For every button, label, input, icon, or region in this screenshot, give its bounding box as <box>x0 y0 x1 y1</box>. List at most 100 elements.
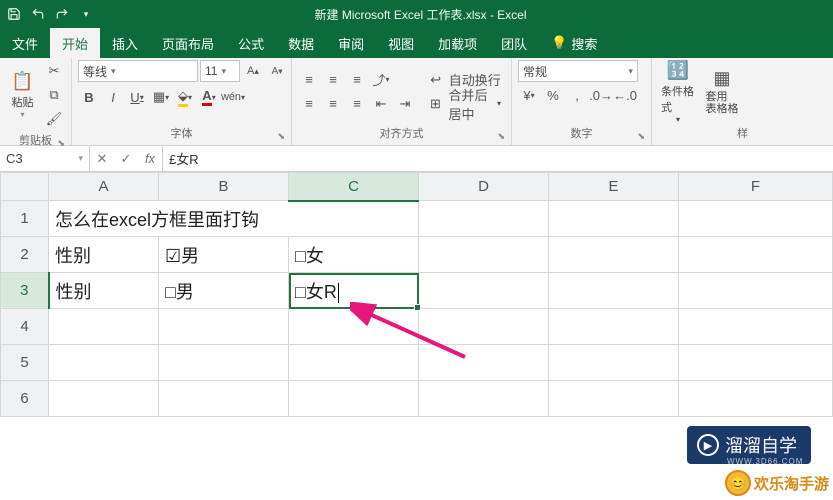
insert-function-button[interactable]: fx <box>138 151 162 166</box>
cell[interactable] <box>289 345 419 381</box>
tab-home[interactable]: 开始 <box>50 28 100 58</box>
font-launcher-icon[interactable]: ⬊ <box>277 131 285 142</box>
bold-button[interactable]: B <box>78 86 100 108</box>
align-center-button[interactable]: ≡ <box>322 93 344 115</box>
underline-button[interactable]: U▾ <box>126 86 148 108</box>
align-middle-button[interactable]: ≡ <box>322 69 344 91</box>
cell[interactable] <box>549 201 679 237</box>
qat-customize-icon[interactable]: ▾ <box>78 6 94 22</box>
italic-button[interactable]: I <box>102 86 124 108</box>
cell[interactable] <box>159 309 289 345</box>
conditional-format-button[interactable]: 🔢 条件格式▾ <box>658 63 698 121</box>
format-painter-button[interactable]: 🖌 <box>43 108 65 130</box>
cell[interactable] <box>159 345 289 381</box>
row-header[interactable]: 2 <box>1 237 49 273</box>
comma-format-button[interactable]: , <box>566 84 588 106</box>
cell[interactable]: □女 <box>289 237 419 273</box>
cell[interactable]: 性别 <box>49 273 159 309</box>
row-header[interactable]: 5 <box>1 345 49 381</box>
tab-data[interactable]: 数据 <box>276 28 326 58</box>
tab-layout[interactable]: 页面布局 <box>150 28 226 58</box>
clipboard-launcher-icon[interactable]: ⬊ <box>57 138 65 149</box>
col-header-C[interactable]: C <box>289 173 419 201</box>
col-header-E[interactable]: E <box>549 173 679 201</box>
font-name-select[interactable]: 等线▾ <box>78 60 198 82</box>
font-color-button[interactable]: A▾ <box>198 86 220 108</box>
percent-format-button[interactable]: % <box>542 84 564 106</box>
copy-button[interactable]: ⧉ <box>43 84 65 106</box>
tab-addins[interactable]: 加载项 <box>426 28 489 58</box>
increase-font-button[interactable]: A▴ <box>242 60 264 82</box>
merge-center-button[interactable]: ⊞ 合并后居中▾ <box>426 93 505 115</box>
alignment-launcher-icon[interactable]: ⬊ <box>497 131 505 142</box>
row-header[interactable]: 3 <box>1 273 49 309</box>
decrease-font-button[interactable]: A▾ <box>266 60 288 82</box>
undo-icon[interactable] <box>30 6 46 22</box>
cell[interactable]: □女R <box>289 273 419 309</box>
cell[interactable] <box>549 273 679 309</box>
tab-review[interactable]: 审阅 <box>326 28 376 58</box>
cell[interactable] <box>549 309 679 345</box>
col-header-B[interactable]: B <box>159 173 289 201</box>
col-header-A[interactable]: A <box>49 173 159 201</box>
font-size-select[interactable]: 11▾ <box>200 60 240 82</box>
tab-formulas[interactable]: 公式 <box>226 28 276 58</box>
paste-button[interactable]: 📋 粘贴 ▾ <box>6 66 39 124</box>
col-header-D[interactable]: D <box>419 173 549 201</box>
cell[interactable] <box>289 381 419 417</box>
enter-formula-button[interactable]: ✓ <box>114 151 138 167</box>
formula-input[interactable]: £女R <box>163 146 833 171</box>
cell[interactable] <box>419 345 549 381</box>
row-header[interactable]: 6 <box>1 381 49 417</box>
orientation-button[interactable]: ⤴▾ <box>370 69 392 91</box>
format-as-table-button[interactable]: ▦ 套用 表格格 <box>702 63 742 121</box>
col-header-F[interactable]: F <box>679 173 833 201</box>
cell[interactable] <box>679 237 833 273</box>
number-launcher-icon[interactable]: ⬊ <box>637 131 645 142</box>
cell[interactable] <box>679 309 833 345</box>
increase-decimal-button[interactable]: .0→ <box>590 84 612 106</box>
cell[interactable] <box>419 309 549 345</box>
cell[interactable] <box>679 273 833 309</box>
cell[interactable] <box>49 309 159 345</box>
accounting-format-button[interactable]: ¥▾ <box>518 84 540 106</box>
redo-icon[interactable] <box>54 6 70 22</box>
cell[interactable] <box>679 381 833 417</box>
tab-view[interactable]: 视图 <box>376 28 426 58</box>
increase-indent-button[interactable]: ⇥ <box>394 93 416 115</box>
tab-team[interactable]: 团队 <box>489 28 539 58</box>
border-button[interactable]: ▦▾ <box>150 86 172 108</box>
number-format-select[interactable]: 常规▾ <box>518 60 638 82</box>
tab-insert[interactable]: 插入 <box>100 28 150 58</box>
align-top-button[interactable]: ≡ <box>298 69 320 91</box>
cut-button[interactable]: ✂ <box>43 60 65 82</box>
cell[interactable] <box>549 345 679 381</box>
save-icon[interactable] <box>6 6 22 22</box>
tab-file[interactable]: 文件 <box>0 28 50 58</box>
phonetic-button[interactable]: wén▾ <box>222 86 244 108</box>
align-left-button[interactable]: ≡ <box>298 93 320 115</box>
cancel-formula-button[interactable]: ✕ <box>90 151 114 167</box>
cell[interactable] <box>549 237 679 273</box>
cell[interactable]: 性别 <box>49 237 159 273</box>
cell[interactable] <box>159 381 289 417</box>
row-header[interactable]: 4 <box>1 309 49 345</box>
row-header[interactable]: 1 <box>1 201 49 237</box>
cell[interactable] <box>679 345 833 381</box>
align-bottom-button[interactable]: ≡ <box>346 69 368 91</box>
fill-color-button[interactable]: ⬙▾ <box>174 86 196 108</box>
align-right-button[interactable]: ≡ <box>346 93 368 115</box>
cell[interactable] <box>419 237 549 273</box>
cell[interactable]: ☑男 <box>159 237 289 273</box>
cell[interactable] <box>289 309 419 345</box>
select-all-corner[interactable] <box>1 173 49 201</box>
cell[interactable] <box>49 345 159 381</box>
cell[interactable]: □男 <box>159 273 289 309</box>
cell[interactable] <box>679 201 833 237</box>
decrease-indent-button[interactable]: ⇤ <box>370 93 392 115</box>
worksheet-grid[interactable]: A B C D E F 1怎么在excel方框里面打钩2性别☑男□女3性别□男□… <box>0 172 833 417</box>
cell[interactable] <box>419 381 549 417</box>
cell[interactable] <box>549 381 679 417</box>
cell[interactable] <box>49 381 159 417</box>
tell-me-search[interactable]: 💡 搜索 <box>539 28 609 58</box>
